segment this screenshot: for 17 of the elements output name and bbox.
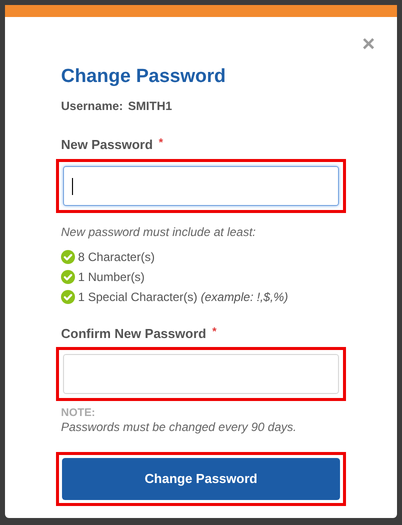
password-field[interactable] bbox=[63, 354, 339, 394]
username-value: SMITH1 bbox=[128, 98, 172, 115]
required-mark: * bbox=[158, 136, 164, 151]
note-heading: NOTE: bbox=[61, 407, 96, 420]
requirement-text: 8 Character(s) bbox=[78, 249, 155, 266]
change-password-button[interactable]: Change Password bbox=[62, 458, 340, 500]
requirements-intro: New password must include at least: bbox=[61, 224, 257, 240]
field-label: Confirm New Password bbox=[61, 324, 206, 342]
requirement-text: 1 Special Character(s) (example: !,$,%) bbox=[78, 289, 288, 306]
requirement-text: 1 Number(s) bbox=[78, 269, 145, 286]
note-text: Passwords must be changed every 90 days. bbox=[61, 420, 298, 435]
text-cursor bbox=[72, 178, 73, 194]
username-label: Username: bbox=[61, 98, 124, 115]
password-field[interactable] bbox=[63, 166, 339, 206]
dialog-title: Change Password bbox=[61, 65, 227, 89]
required-mark: * bbox=[212, 324, 216, 340]
field-label: New Password bbox=[61, 136, 153, 154]
